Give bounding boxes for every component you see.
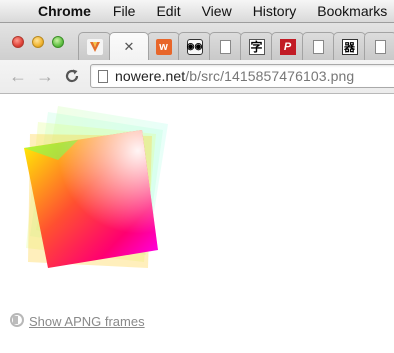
document-icon	[313, 39, 324, 54]
tab-7[interactable]: P	[271, 32, 304, 60]
w-icon: w	[155, 38, 172, 55]
tab-6[interactable]: 字	[240, 32, 273, 60]
tab-1[interactable]	[78, 32, 111, 60]
menu-history[interactable]: History	[253, 3, 297, 19]
menu-bookmarks[interactable]: Bookmarks	[317, 3, 387, 19]
menu-view[interactable]: View	[202, 3, 232, 19]
browser-toolbar: ← → nowere.net/b/src/1415857476103.png	[0, 60, 394, 94]
reload-icon[interactable]	[64, 66, 80, 89]
red-p-icon: P	[279, 38, 296, 55]
tab-4[interactable]: ◉◉	[178, 32, 211, 60]
document-icon	[220, 39, 231, 54]
tab-strip: ✕ w ◉◉ 字 P 器	[0, 23, 394, 61]
orange-app-icon	[86, 38, 103, 55]
back-arrow-icon[interactable]: ←	[9, 66, 27, 86]
show-apng-frames-label: Show APNG frames	[29, 314, 145, 329]
robot-icon: ◉◉	[186, 38, 203, 55]
menu-app-name[interactable]: Chrome	[38, 3, 91, 19]
window-close-button[interactable]	[12, 36, 24, 48]
grid-icon: 器	[341, 38, 358, 55]
close-icon[interactable]: ✕	[124, 39, 135, 55]
window-minimize-button[interactable]	[32, 36, 44, 48]
document-icon	[375, 39, 386, 54]
url-path: /b/src/1415857476103.png	[185, 68, 355, 84]
address-bar[interactable]: nowere.net/b/src/1415857476103.png	[90, 64, 394, 88]
tab-5[interactable]	[209, 32, 242, 60]
menu-edit[interactable]: Edit	[156, 3, 180, 19]
apng-image	[18, 100, 193, 280]
tab-3[interactable]: w	[147, 32, 180, 60]
url-host: nowere.net	[115, 68, 186, 84]
tab-8[interactable]	[302, 32, 335, 60]
url-text: nowere.net/b/src/1415857476103.png	[115, 68, 354, 84]
apng-frames-icon	[9, 312, 25, 331]
tab-active[interactable]: ✕	[109, 32, 149, 60]
window-zoom-button[interactable]	[52, 36, 64, 48]
page-icon	[98, 69, 108, 83]
menu-file[interactable]: File	[113, 3, 136, 19]
kanji-icon: 字	[248, 38, 265, 55]
tab-9[interactable]: 器	[333, 32, 366, 60]
menu-bar: Chrome File Edit View History Bookmarks	[0, 0, 394, 23]
forward-arrow-icon[interactable]: →	[36, 66, 54, 86]
show-apng-frames-link[interactable]: Show APNG frames	[9, 312, 145, 331]
tab-10[interactable]	[364, 32, 394, 60]
